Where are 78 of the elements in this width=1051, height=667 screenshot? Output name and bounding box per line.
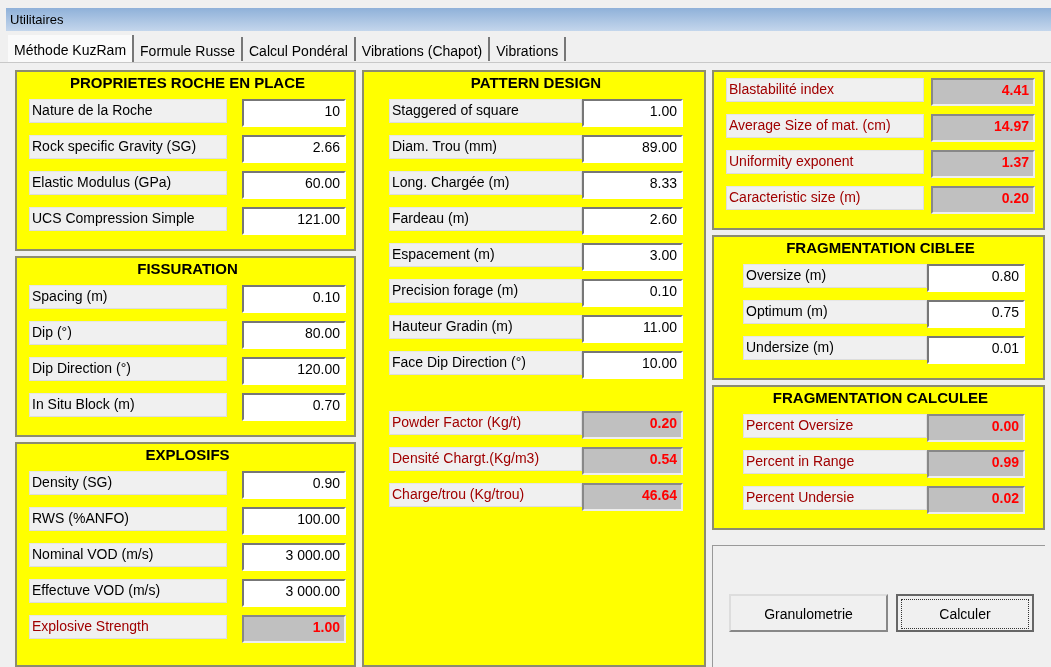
field-label: Density (SG) bbox=[29, 471, 227, 495]
window-title: Utilitaires bbox=[10, 12, 64, 27]
result-field: 14.97 bbox=[931, 114, 1035, 142]
field-label: Blastabilité index bbox=[726, 78, 924, 102]
result-field: 1.00 bbox=[242, 615, 346, 643]
input-field[interactable]: 100.00 bbox=[242, 507, 346, 535]
input-field[interactable]: 10.00 bbox=[581, 351, 683, 379]
result-field: 0.54 bbox=[581, 447, 683, 475]
input-field[interactable]: 2.60 bbox=[581, 207, 683, 235]
field-label: Staggered of square bbox=[389, 99, 582, 123]
action-button[interactable]: Calculer bbox=[896, 594, 1034, 632]
result-field: 0.00 bbox=[927, 414, 1025, 442]
field-label: Explosive Strength bbox=[29, 615, 227, 639]
field-label: Effectuve VOD (m/s) bbox=[29, 579, 227, 603]
input-field[interactable]: 3.00 bbox=[581, 243, 683, 271]
input-field[interactable]: 120.00 bbox=[242, 357, 346, 385]
input-field[interactable]: 2.66 bbox=[242, 135, 346, 163]
field-label: Long. Chargée (m) bbox=[389, 171, 582, 195]
result-field: 46.64 bbox=[581, 483, 683, 511]
input-field[interactable]: 0.80 bbox=[927, 264, 1025, 292]
field-label: Rock specific Gravity (SG) bbox=[29, 135, 227, 159]
action-button[interactable]: Granulometrie bbox=[729, 594, 888, 632]
input-field[interactable]: 10 bbox=[242, 99, 346, 127]
field-label: Average Size of mat. (cm) bbox=[726, 114, 924, 138]
panel-title: FRAGMENTATION CIBLEE bbox=[785, 239, 976, 256]
field-label: Percent in Range bbox=[743, 450, 928, 474]
input-field[interactable]: 60.00 bbox=[242, 171, 346, 199]
input-field[interactable]: 3 000.00 bbox=[242, 543, 346, 571]
input-field[interactable]: 80.00 bbox=[242, 321, 346, 349]
tab[interactable]: Méthode KuzRam bbox=[8, 35, 135, 62]
input-field[interactable]: 0.90 bbox=[242, 471, 346, 499]
input-field[interactable]: 0.75 bbox=[927, 300, 1025, 328]
result-field: 1.37 bbox=[931, 150, 1035, 178]
result-field: 0.20 bbox=[581, 411, 683, 439]
field-label: Percent Oversize bbox=[743, 414, 928, 438]
field-label: Precision forage (m) bbox=[389, 279, 582, 303]
input-field[interactable]: 11.00 bbox=[581, 315, 683, 343]
field-label: Densité Chargt.(Kg/m3) bbox=[389, 447, 582, 471]
input-field[interactable]: 8.33 bbox=[581, 171, 683, 199]
result-field: 0.02 bbox=[927, 486, 1025, 514]
result-field: 0.20 bbox=[931, 186, 1035, 214]
field-label: Caracteristic size (m) bbox=[726, 186, 924, 210]
field-label: Nature de la Roche bbox=[29, 99, 227, 123]
field-label: Diam. Trou (mm) bbox=[389, 135, 582, 159]
field-label: Powder Factor (Kg/t) bbox=[389, 411, 582, 435]
input-field[interactable]: 0.01 bbox=[927, 336, 1025, 364]
field-label: UCS Compression Simple bbox=[29, 207, 227, 231]
field-label: Percent Undersie bbox=[743, 486, 928, 510]
panel-title: PROPRIETES ROCHE EN PLACE bbox=[68, 74, 306, 91]
field-label: Charge/trou (Kg/trou) bbox=[389, 483, 582, 507]
panel-title: FISSURATION bbox=[136, 260, 239, 277]
field-label: Optimum (m) bbox=[743, 300, 928, 324]
field-label: Oversize (m) bbox=[743, 264, 928, 288]
input-field[interactable]: 0.70 bbox=[242, 393, 346, 421]
field-label: Dip Direction (°) bbox=[29, 357, 227, 381]
field-label: Elastic Modulus (GPa) bbox=[29, 171, 227, 195]
panel-title: FRAGMENTATION CALCULEE bbox=[771, 389, 990, 406]
result-field: 4.41 bbox=[931, 78, 1035, 106]
field-label: RWS (%ANFO) bbox=[29, 507, 227, 531]
panel-title: EXPLOSIFS bbox=[144, 446, 231, 463]
input-field[interactable]: 121.00 bbox=[242, 207, 346, 235]
input-field[interactable]: 0.10 bbox=[581, 279, 683, 307]
input-field[interactable]: 1.00 bbox=[581, 99, 683, 127]
field-label: Face Dip Direction (°) bbox=[389, 351, 582, 375]
field-label: In Situ Block (m) bbox=[29, 393, 227, 417]
field-label: Hauteur Gradin (m) bbox=[389, 315, 582, 339]
panel-title: PATTERN DESIGN bbox=[469, 74, 603, 91]
field-label: Fardeau (m) bbox=[389, 207, 582, 231]
input-field[interactable]: 3 000.00 bbox=[242, 579, 346, 607]
field-label: Espacement (m) bbox=[389, 243, 582, 267]
result-field: 0.99 bbox=[927, 450, 1025, 478]
field-label: Uniformity exponent bbox=[726, 150, 924, 174]
input-field[interactable]: 89.00 bbox=[581, 135, 683, 163]
input-field[interactable]: 0.10 bbox=[242, 285, 346, 313]
field-label: Nominal VOD (m/s) bbox=[29, 543, 227, 567]
field-label: Spacing (m) bbox=[29, 285, 227, 309]
field-label: Dip (°) bbox=[29, 321, 227, 345]
field-label: Undersize (m) bbox=[743, 336, 928, 360]
